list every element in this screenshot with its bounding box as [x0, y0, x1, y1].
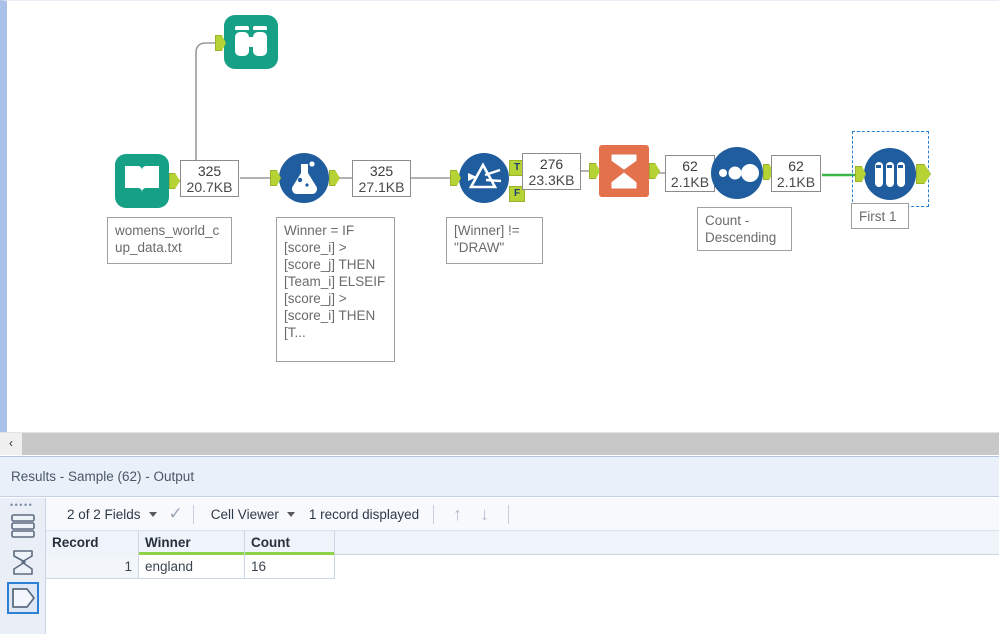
scroll-up-arrow-icon[interactable]: ↑ [444, 505, 471, 523]
messages-icon[interactable] [7, 510, 39, 542]
canvas-horizontal-scrollbar[interactable]: ‹ [0, 432, 999, 455]
annotation-input-data: womens_world_c up_data.txt [107, 217, 232, 264]
column-header-record[interactable]: Record [46, 531, 139, 555]
record-count-box-3: 276 23.3KB [522, 153, 581, 190]
results-icon-rail: ••••• [0, 498, 46, 634]
chevron-down-icon[interactable] [286, 511, 295, 517]
record-status-label: 1 record displayed [308, 506, 420, 522]
record-count-value: 325 [197, 163, 222, 179]
flask-icon [279, 153, 329, 203]
annotation-formula: Winner = IF [score_i] > [score_j] THEN [… [276, 217, 395, 362]
record-count-value: 325 [369, 163, 394, 179]
record-size-value: 23.3KB [528, 172, 575, 188]
sigma-icon [599, 145, 649, 197]
panel-grip-icon[interactable]: ••••• [10, 501, 36, 510]
viewer-selector[interactable]: Cell Viewer [204, 498, 305, 530]
column-header-winner[interactable]: Winner [139, 531, 245, 555]
toolbar-separator [508, 504, 510, 524]
grid-header-row: Record Winner Count [46, 531, 999, 555]
results-data-grid[interactable]: Record Winner Count 1 england 16 [46, 531, 999, 634]
table-row[interactable]: 1 england 16 [46, 555, 999, 579]
check-icon[interactable]: ✓ [169, 504, 183, 524]
column-type-indicator [245, 552, 334, 555]
record-count-box-5: 62 2.1KB [771, 155, 821, 192]
workflow-canvas[interactable]: 325 20.7KB womens_world_c up_data.txt 32… [0, 0, 999, 432]
column-type-indicator [139, 552, 244, 555]
column-header-count[interactable]: Count [245, 531, 335, 555]
results-panel: Results - Sample (62) - Output ••••• 2 o… [0, 456, 999, 634]
fields-label: 2 of 2 Fields [67, 506, 141, 522]
cell-record: 1 [46, 555, 139, 579]
results-panel-title: Results - Sample (62) - Output [0, 457, 999, 497]
record-size-value: 20.7KB [186, 179, 233, 195]
cell-count[interactable]: 16 [245, 555, 335, 579]
column-header-count-label: Count [251, 535, 290, 550]
alteryx-designer-window: 325 20.7KB womens_world_c up_data.txt 32… [0, 0, 999, 634]
chevron-down-icon[interactable] [148, 511, 157, 517]
record-count-value: 62 [682, 158, 698, 174]
column-header-winner-label: Winner [145, 535, 191, 550]
annotation-filter: [Winner] != "DRAW" [446, 217, 543, 264]
test-tubes-icon [864, 148, 916, 200]
annotation-sample: First 1 [851, 203, 909, 229]
toolbar-separator [433, 504, 435, 524]
metadata-sigma-icon[interactable] [7, 546, 39, 578]
prism-filter-icon [459, 153, 509, 203]
record-count-value: 62 [788, 158, 804, 174]
record-count-value: 276 [539, 156, 564, 172]
open-book-icon [115, 154, 169, 208]
record-size-value: 27.1KB [358, 179, 405, 195]
record-size-value: 2.1KB [776, 174, 816, 190]
viewer-label: Cell Viewer [210, 506, 279, 522]
record-count-box-2: 325 27.1KB [352, 160, 411, 197]
fields-selector[interactable]: 2 of 2 Fields [60, 498, 167, 530]
binoculars-icon [224, 15, 278, 69]
scroll-down-arrow-icon[interactable]: ↓ [471, 505, 498, 523]
output-hexagon-icon[interactable] [7, 582, 39, 614]
scroll-left-chevron-icon[interactable]: ‹ [0, 433, 22, 455]
annotation-sort: Count - Descending [697, 207, 792, 251]
toolbar-separator [192, 504, 194, 524]
record-count-box-4: 62 2.1KB [665, 155, 715, 192]
record-count-box-1: 325 20.7KB [180, 160, 239, 197]
three-dots-icon [711, 147, 763, 199]
results-toolbar: 2 of 2 Fields ✓ Cell Viewer 1 record dis… [46, 498, 999, 531]
cell-winner[interactable]: england [139, 555, 245, 579]
record-size-value: 2.1KB [670, 174, 710, 190]
